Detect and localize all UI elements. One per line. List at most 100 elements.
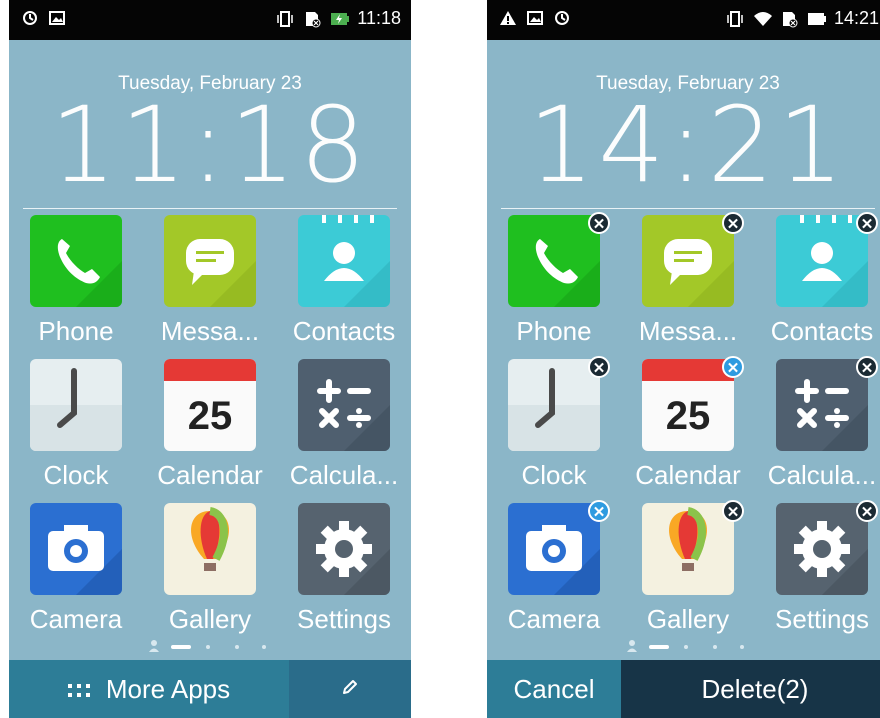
app-label: Contacts [770, 316, 874, 346]
vibrate-icon [276, 10, 294, 28]
app-calculator[interactable]: Calcula... [277, 356, 411, 500]
app-clock[interactable]: Clock ✕ [487, 356, 621, 500]
app-contacts[interactable]: Contacts [277, 212, 411, 356]
app-label: Calcula... [767, 460, 877, 490]
app-label: Phone [516, 316, 592, 346]
contacts-icon [776, 215, 868, 307]
current-page-dot [171, 645, 191, 649]
app-label: Calendar [157, 460, 263, 490]
divider [23, 208, 397, 209]
page-dot [262, 645, 266, 649]
bottom-bar: Cancel Delete(2) [487, 660, 880, 718]
messages-icon [164, 215, 256, 307]
app-label: Camera [29, 604, 123, 634]
svg-text:25: 25 [666, 394, 711, 438]
status-time: 14:21 [833, 8, 879, 28]
page-dot [740, 645, 744, 649]
calendar-icon: 25 [164, 359, 256, 451]
app-gallery[interactable]: Gallery [143, 500, 277, 644]
battery-charging-icon [330, 10, 350, 28]
app-label: Calendar [635, 460, 741, 490]
status-bar: 11:18 [9, 0, 411, 40]
app-camera[interactable]: Camera ✕ [487, 500, 621, 644]
image-icon [48, 9, 66, 27]
contacts-icon [298, 215, 390, 307]
app-label: Clock [521, 460, 587, 490]
app-messages[interactable]: Messa... ✕ [621, 212, 755, 356]
status-bar: 14:21 [487, 0, 880, 40]
app-label: Camera [507, 604, 601, 634]
calendar-icon: 25 [642, 359, 734, 451]
no-sim-icon [780, 10, 798, 28]
current-page-dot [649, 645, 669, 649]
remove-badge-icon[interactable]: ✕ [588, 356, 610, 378]
page-dot [713, 645, 717, 649]
camera-icon [30, 503, 122, 595]
phone-icon [508, 215, 600, 307]
clock-widget-time[interactable]: 14:21 [487, 90, 880, 200]
remove-badge-icon[interactable]: ✕ [856, 500, 878, 522]
app-calculator[interactable]: Calcula... ✕ [755, 356, 880, 500]
app-label: Messa... [160, 316, 260, 346]
pencil-icon [340, 677, 360, 702]
edit-button[interactable] [289, 660, 411, 718]
app-messages[interactable]: Messa... [143, 212, 277, 356]
home-screen-edit-mode: 14:21 Tuesday, February 23 14:21 Phone ✕ M… [487, 0, 880, 718]
app-calendar[interactable]: 25 Calendar [143, 356, 277, 500]
app-settings[interactable]: Settings [277, 500, 411, 644]
selected-remove-badge-icon[interactable]: ✕ [722, 356, 744, 378]
app-clock[interactable]: Clock [9, 356, 143, 500]
cancel-button[interactable]: Cancel [487, 660, 621, 718]
app-label: Clock [43, 460, 109, 490]
wifi-icon [753, 10, 772, 28]
app-label: Gallery [168, 604, 252, 634]
app-gallery[interactable]: Gallery ✕ [621, 500, 755, 644]
selected-remove-badge-icon[interactable]: ✕ [588, 500, 610, 522]
page-dot [206, 645, 210, 649]
home-page-dot [627, 640, 637, 652]
divider [501, 208, 875, 209]
no-sim-icon [303, 10, 321, 28]
app-label: Settings [775, 604, 869, 634]
app-label: Gallery [646, 604, 730, 634]
calculator-icon [298, 359, 390, 451]
messages-icon [642, 215, 734, 307]
svg-text:25: 25 [188, 394, 233, 438]
warning-icon [499, 9, 517, 27]
app-label: Messa... [638, 316, 738, 346]
page-indicator [487, 640, 880, 652]
app-label: Contacts [292, 316, 396, 346]
more-apps-label: More Apps [105, 673, 231, 704]
app-contacts[interactable]: Contacts ✕ [755, 212, 880, 356]
settings-icon [298, 503, 390, 595]
app-phone[interactable]: Phone [9, 212, 143, 356]
app-label: Calcula... [289, 460, 399, 490]
home-screen-normal: 11:18 Tuesday, February 23 11:18 Phone Me… [9, 0, 411, 718]
app-settings[interactable]: Settings ✕ [755, 500, 880, 644]
calculator-icon [776, 359, 868, 451]
page-dot [684, 645, 688, 649]
vibrate-icon [726, 10, 744, 28]
gallery-icon [164, 503, 256, 595]
sync-icon [21, 9, 39, 27]
remove-badge-icon[interactable]: ✕ [588, 212, 610, 234]
clock-widget-time[interactable]: 11:18 [9, 90, 411, 200]
sync-icon [553, 9, 571, 27]
app-camera[interactable]: Camera [9, 500, 143, 644]
more-apps-button[interactable]: More Apps [9, 660, 289, 718]
app-calendar[interactable]: 25 Calendar ✕ [621, 356, 755, 500]
remove-badge-icon[interactable]: ✕ [722, 500, 744, 522]
app-drawer-icon [67, 674, 90, 705]
gallery-icon [642, 503, 734, 595]
app-phone[interactable]: Phone ✕ [487, 212, 621, 356]
remove-badge-icon[interactable]: ✕ [722, 212, 744, 234]
status-time: 11:18 [357, 8, 401, 28]
remove-badge-icon[interactable]: ✕ [856, 212, 878, 234]
clock-icon [30, 359, 122, 451]
app-label: Phone [38, 316, 114, 346]
camera-icon [508, 503, 600, 595]
app-label: Settings [297, 604, 391, 634]
phone-icon [30, 215, 122, 307]
remove-badge-icon[interactable]: ✕ [856, 356, 878, 378]
delete-button[interactable]: Delete(2) [621, 660, 880, 718]
